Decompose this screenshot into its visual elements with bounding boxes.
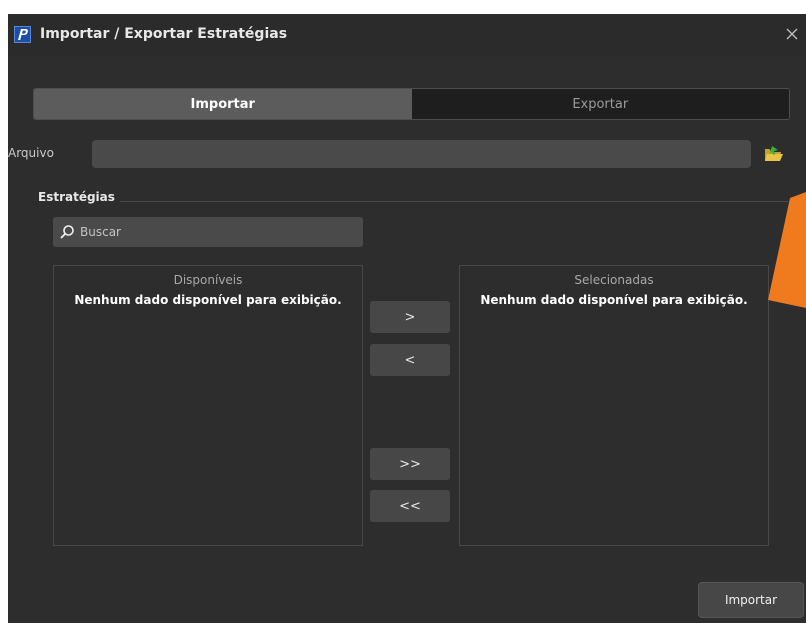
search-icon: [60, 225, 74, 239]
add-selected-button[interactable]: >: [370, 301, 450, 333]
available-list-header: Disponíveis: [173, 273, 243, 287]
import-button[interactable]: Importar: [698, 582, 804, 618]
title-bar: Importar / Exportar Estratégias: [8, 14, 806, 56]
file-label: Arquivo: [8, 146, 54, 160]
remove-all-button[interactable]: <<: [370, 490, 450, 522]
window-title: Importar / Exportar Estratégias: [40, 26, 288, 42]
strategies-section-title: Estratégias: [38, 190, 115, 204]
mode-tabs: Importar Exportar: [33, 88, 790, 120]
search-placeholder: Buscar: [80, 225, 121, 239]
selected-list-header: Selecionadas: [574, 273, 654, 287]
remove-selected-button[interactable]: <: [370, 344, 450, 376]
profit-p-logo-icon: [14, 26, 31, 43]
available-strategies-list[interactable]: Disponíveis Nenhum dado disponível para …: [53, 265, 363, 546]
search-input[interactable]: Buscar: [53, 217, 363, 247]
selected-strategies-list[interactable]: Selecionadas Nenhum dado disponível para…: [459, 265, 769, 546]
add-all-button[interactable]: >>: [370, 448, 450, 480]
section-divider: [120, 201, 788, 202]
file-path-input[interactable]: [92, 140, 751, 168]
tab-importar[interactable]: Importar: [34, 89, 412, 119]
import-export-dialog: Importar / Exportar Estratégias Importar…: [8, 14, 806, 623]
tab-exportar[interactable]: Exportar: [411, 89, 789, 119]
folder-open-icon[interactable]: [763, 144, 785, 164]
close-icon[interactable]: [784, 26, 800, 42]
selected-empty-message: Nenhum dado disponível para exibição.: [480, 293, 748, 307]
available-empty-message: Nenhum dado disponível para exibição.: [74, 293, 342, 307]
